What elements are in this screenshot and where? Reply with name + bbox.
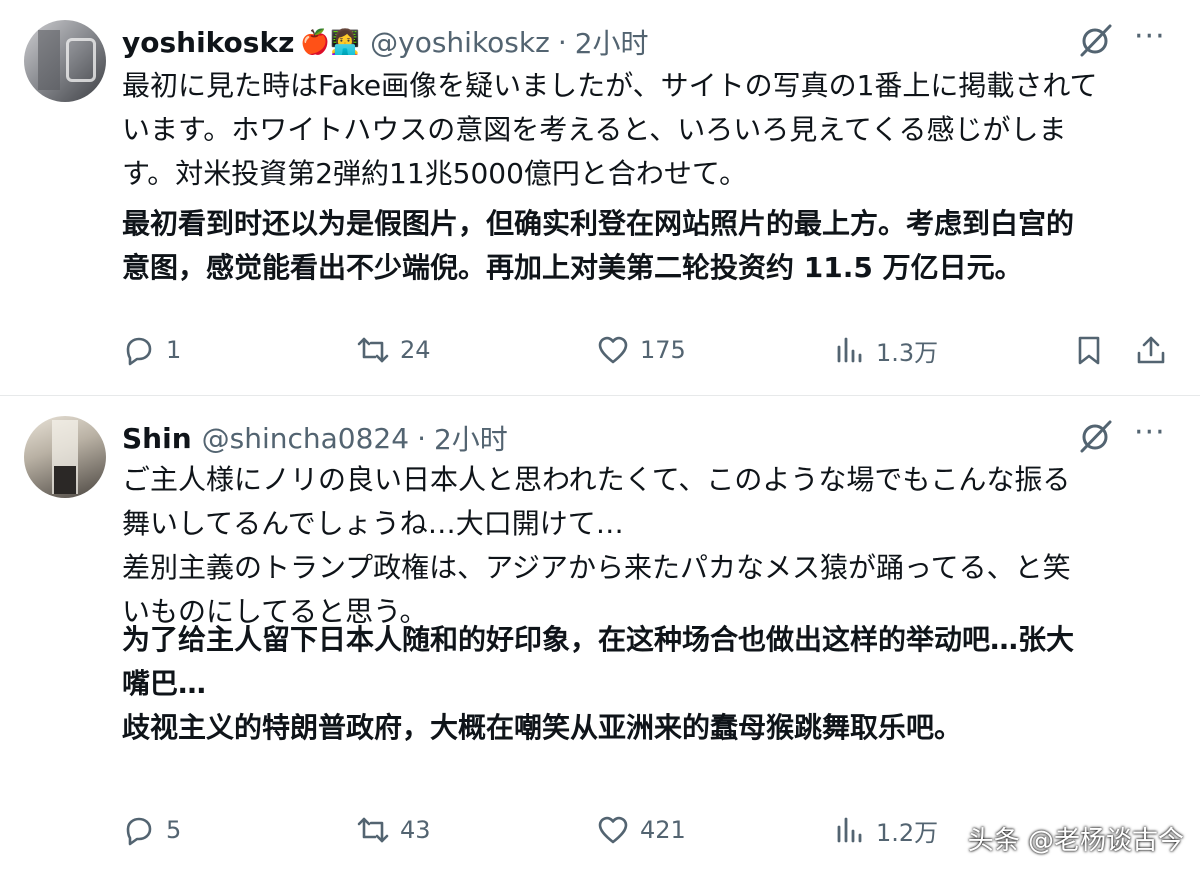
text-line: す。対米投資第2弾約11兆5000億円と合わせて。: [122, 157, 748, 190]
like-count: 421: [640, 816, 686, 844]
watermark-text: 头条 @老杨谈古今: [967, 825, 1184, 856]
share-icon: [1137, 336, 1165, 364]
text-line: 嘴巴…: [122, 667, 207, 700]
reply-count: 1: [166, 336, 182, 364]
views-icon: [837, 337, 862, 363]
post-text-japanese: 最初に見た時はFake画像を疑いましたが、サイトの写真の1番上に掲載されて いま…: [122, 64, 1162, 196]
repost-count: 24: [400, 336, 431, 364]
like-button[interactable]: 421: [596, 810, 686, 850]
post-header: yoshikoskz 🍎👩‍💻 @yoshikoskz · 2小时: [122, 20, 649, 64]
separator-dot: ·: [557, 25, 567, 59]
display-name[interactable]: Shin: [122, 422, 192, 455]
repost-button[interactable]: 43: [356, 810, 431, 850]
text-line: 最初に見た時はFake画像を疑いましたが、サイトの写真の1番上に掲載されて: [122, 69, 1098, 102]
post-time[interactable]: 2小时: [434, 418, 508, 458]
reply-icon: [126, 337, 152, 366]
views-button[interactable]: 1.3万: [832, 330, 938, 370]
text-line: 最初看到时还以为是假图片，但确实利登在网站照片的最上方。考虑到白宫的: [122, 207, 1075, 240]
more-icon[interactable]: ···: [1134, 22, 1170, 56]
translation-text-chinese: 为了给主人留下日本人随和的好印象，在这种场合也做出这样的举动吧…张大 嘴巴… 歧…: [122, 618, 1162, 750]
reply-count: 5: [166, 816, 182, 844]
grok-icon[interactable]: [1078, 22, 1114, 58]
repost-count: 43: [400, 816, 431, 844]
display-name[interactable]: yoshikoskz: [122, 26, 294, 59]
separator-dot: ·: [417, 421, 426, 455]
text-line: 为了给主人留下日本人随和的好印象，在这种场合也做出这样的举动吧…张大: [122, 623, 1075, 656]
repost-icon: [357, 817, 389, 843]
avatar[interactable]: [24, 20, 106, 102]
views-icon: [837, 817, 862, 843]
text-line: います。ホワイトハウスの意図を考えると、いろいろ見えてくる感じがしま: [122, 113, 1067, 146]
repost-icon: [357, 337, 389, 363]
like-button[interactable]: 175: [596, 330, 686, 370]
text-line: 舞いしてるんでしょうね…大口開けて…: [122, 507, 624, 540]
more-icon[interactable]: ···: [1134, 418, 1170, 452]
post-header: Shin @shincha0824 · 2小时: [122, 416, 508, 460]
grok-icon[interactable]: [1078, 418, 1114, 454]
text-line: 差別主義のトランプ政権は、アジアから来たパカなメス猿が踊ってる、と笑: [122, 551, 1071, 584]
reply-button[interactable]: 5: [122, 810, 181, 850]
like-count: 175: [640, 336, 686, 364]
user-handle[interactable]: @shincha0824: [202, 422, 409, 455]
repost-button[interactable]: 24: [356, 330, 431, 370]
views-button[interactable]: 1.2万: [832, 810, 938, 850]
share-button[interactable]: [1134, 330, 1168, 370]
post-card[interactable]: Shin @shincha0824 · 2小时 ··· ご主人様にノリの良い日本…: [0, 395, 1200, 872]
post-time[interactable]: 2小时: [575, 22, 649, 62]
post-text-japanese: ご主人様にノリの良い日本人と思われたくて、このような場でもこんな振る 舞いしてる…: [122, 458, 1162, 634]
timeline-feed: yoshikoskz 🍎👩‍💻 @yoshikoskz · 2小时 ··· 最初…: [0, 0, 1200, 872]
profile-badges: 🍎👩‍💻: [300, 28, 361, 56]
text-line: 意图，感觉能看出不少端倪。再加上对美第二轮投资约 11.5 万亿日元。: [122, 251, 1023, 284]
post-card[interactable]: yoshikoskz 🍎👩‍💻 @yoshikoskz · 2小时 ··· 最初…: [0, 0, 1200, 395]
bookmark-button[interactable]: [1072, 330, 1106, 370]
bookmark-icon: [1078, 336, 1100, 365]
like-icon: [598, 336, 628, 364]
text-line: 歧视主义的特朗普政府，大概在嘲笑从亚洲来的蠢母猴跳舞取乐吧。: [122, 711, 963, 744]
action-bar: 1 24 175 1.3万: [0, 330, 1200, 370]
views-count: 1.2万: [876, 818, 939, 847]
reply-button[interactable]: 1: [122, 330, 181, 370]
user-handle[interactable]: @yoshikoskz: [370, 26, 550, 59]
reply-icon: [126, 817, 152, 846]
text-line: ご主人様にノリの良い日本人と思われたくて、このような場でもこんな振る: [122, 463, 1071, 496]
views-count: 1.3万: [876, 338, 939, 367]
like-icon: [598, 816, 628, 844]
translation-text-chinese: 最初看到时还以为是假图片，但确实利登在网站照片的最上方。考虑到白宫的 意图，感觉…: [122, 202, 1162, 290]
avatar[interactable]: [24, 416, 106, 498]
